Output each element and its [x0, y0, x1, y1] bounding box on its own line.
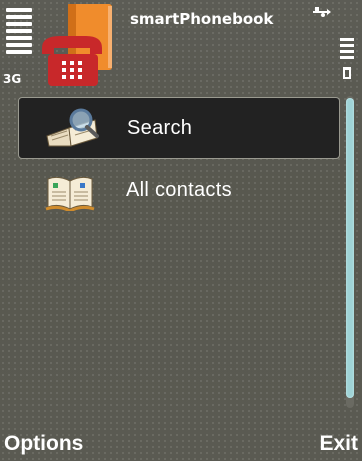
screen: 3G smartPhonebook Search All contacts Op…	[0, 0, 362, 461]
scrollbar-thumb[interactable]	[346, 98, 354, 398]
list-item-all-contacts[interactable]: All contacts	[18, 159, 340, 221]
options-softkey[interactable]: Options	[4, 432, 83, 456]
app-phonebook-icon	[42, 4, 112, 86]
exit-softkey[interactable]: Exit	[319, 432, 358, 456]
softkey-bar: Options Exit	[0, 426, 362, 461]
app-title: smartPhonebook	[130, 10, 274, 28]
battery-icon	[343, 67, 351, 79]
battery-level-icon	[340, 38, 354, 62]
list-item-label: All contacts	[126, 178, 232, 201]
usb-icon	[313, 7, 331, 17]
open-book-icon	[45, 176, 95, 211]
search-book-icon	[46, 108, 99, 147]
list-item-label: Search	[127, 116, 193, 139]
network-type-label: 3G	[3, 72, 22, 86]
scrollbar[interactable]	[346, 96, 354, 408]
list-item-search[interactable]: Search	[18, 97, 340, 159]
menu-list: Search All contacts	[18, 97, 340, 221]
signal-strength-icon	[6, 8, 32, 57]
status-bar: 3G smartPhonebook	[0, 0, 362, 92]
